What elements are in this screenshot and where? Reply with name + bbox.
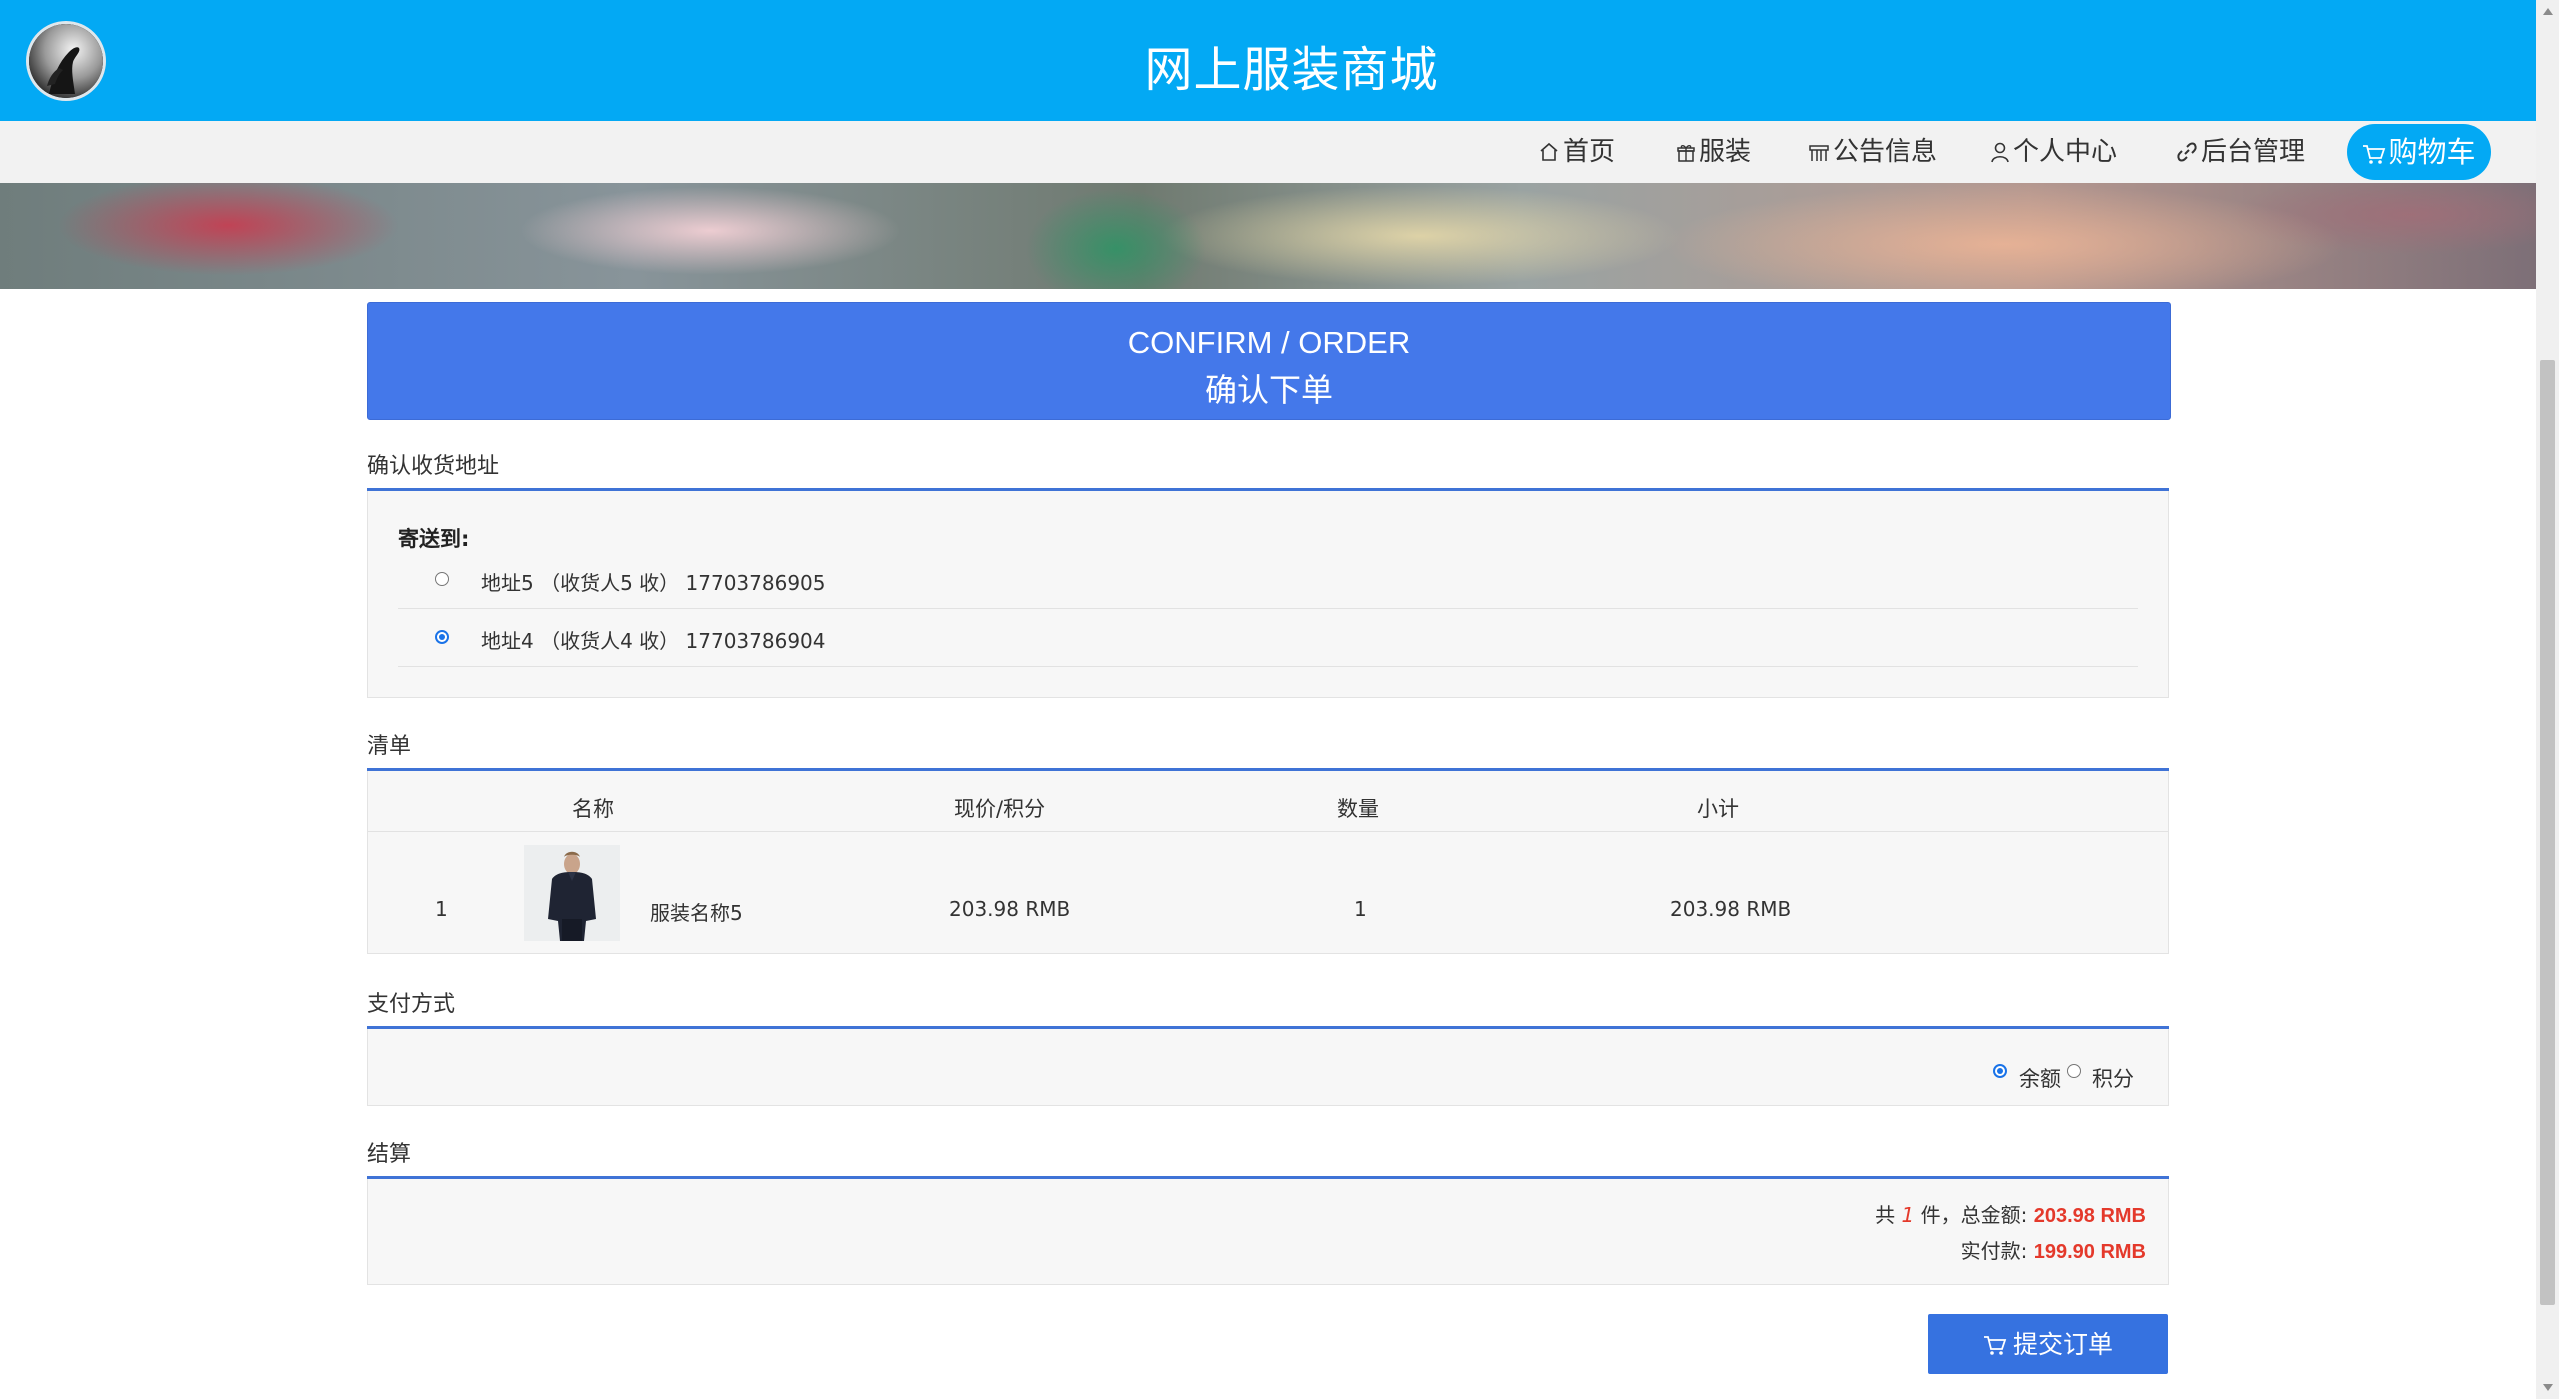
settlement-section-title: 结算: [367, 1142, 412, 1167]
nav-label: 后台管理: [2201, 137, 2306, 167]
user-icon: [1991, 142, 2009, 163]
address-text: 地址4 （收货人4 收） 17703786904: [481, 629, 826, 653]
address-text: 地址5 （收货人5 收） 17703786905: [481, 571, 826, 595]
cart-label: 购物车: [2388, 135, 2476, 169]
column-header-subtotal: 小计: [1697, 797, 1739, 821]
link-icon: [2177, 142, 2197, 162]
payment-option-balance[interactable]: 余额: [2019, 1063, 2061, 1093]
payment-radio-points[interactable]: [2067, 1064, 2081, 1078]
heading-chinese: 确认下单: [1204, 371, 1333, 409]
address-option-selected[interactable]: 地址4 （收货人4 收） 17703786904: [398, 608, 2138, 667]
nav-label: 个人中心: [2013, 137, 2118, 167]
home-icon: [1540, 142, 1558, 161]
order-table: 名称 现价/积分 数量 小计 1 服装名称5 203.98 RMB 1 203.…: [367, 771, 2169, 954]
nav-item-cart[interactable]: 购物车: [2347, 124, 2491, 180]
ship-to-label: 寄送到:: [398, 527, 470, 551]
site-header: 网上服装商城: [0, 0, 2536, 121]
product-price: 203.98 RMB: [949, 897, 1071, 921]
column-header-quantity: 数量: [1337, 797, 1379, 821]
payment-radio-balance[interactable]: [1993, 1064, 2007, 1078]
scroll-down-arrow-icon[interactable]: [2543, 1384, 2553, 1391]
submit-order-label: 提交订单: [2012, 1330, 2113, 1359]
product-image: [524, 845, 620, 941]
nav-item-clothing[interactable]: 服装: [1676, 135, 1751, 169]
total-amount: 203.98 RMB: [2033, 1205, 2146, 1227]
address-option[interactable]: 地址5 （收货人5 收） 17703786905: [398, 550, 2138, 609]
address-panel: 寄送到: 地址5 （收货人5 收） 17703786905 地址4 （收货人4 …: [367, 491, 2169, 698]
column-header-name: 名称: [572, 797, 614, 821]
count-suffix: 件，总金额:: [1920, 1203, 2028, 1227]
row-index: 1: [435, 897, 448, 921]
nav-item-profile[interactable]: 个人中心: [1990, 135, 2117, 169]
payment-panel: 余额 积分: [367, 1029, 2169, 1106]
product-quantity: 1: [1354, 897, 1367, 921]
site-title: 网上服装商城: [1144, 42, 1439, 98]
payment-section-title: 支付方式: [367, 992, 456, 1017]
column-header-price: 现价/积分: [954, 797, 1046, 821]
nav-label: 首页: [1563, 137, 1616, 167]
count-prefix: 共: [1875, 1203, 1896, 1227]
page-heading: CONFIRM / ORDER 确认下单: [367, 302, 2171, 420]
page-scrollbar[interactable]: [2536, 0, 2559, 1399]
product-thumbnail[interactable]: [524, 845, 620, 941]
cart-icon: [2363, 145, 2386, 164]
address-radio[interactable]: [435, 572, 449, 586]
nav-label: 公告信息: [1833, 137, 1938, 167]
gift-icon: [1677, 145, 1695, 162]
order-list-section-title: 清单: [367, 734, 412, 759]
nav-item-admin[interactable]: 后台管理: [2176, 135, 2305, 169]
actual-payment: 实付款: 199.90 RMB: [1961, 1235, 2146, 1264]
heading-english: CONFIRM / ORDER: [1127, 325, 1411, 360]
nav-item-announcements[interactable]: 公告信息: [1808, 135, 1937, 169]
payment-option-points[interactable]: 积分: [2092, 1063, 2134, 1093]
item-count: 1: [1901, 1203, 1915, 1227]
product-subtotal: 203.98 RMB: [1670, 897, 1792, 921]
table-header-divider: [368, 831, 2168, 832]
nav-item-home[interactable]: 首页: [1538, 135, 1615, 169]
address-section-title: 确认收货地址: [367, 454, 500, 479]
settlement-panel: 共 1 件，总金额: 203.98 RMB 实付款: 199.90 RMB: [367, 1179, 2169, 1285]
scroll-thumb[interactable]: [2540, 360, 2555, 1305]
actual-amount: 199.90 RMB: [2033, 1241, 2146, 1263]
main-nav: 首页 服装 公告信息 个人中心 后台管理: [0, 121, 2536, 183]
notice-icon: [1809, 145, 1829, 161]
product-name[interactable]: 服装名称5: [650, 897, 743, 926]
cart-icon: [1983, 1336, 2007, 1355]
actual-label: 实付款:: [1960, 1239, 2028, 1263]
banner-image: [0, 183, 2536, 289]
nav-label: 服装: [1699, 137, 1752, 167]
submit-order-button[interactable]: 提交订单: [1928, 1314, 2168, 1374]
address-radio-selected[interactable]: [435, 630, 449, 644]
scroll-up-arrow-icon[interactable]: [2543, 8, 2553, 15]
total-summary: 共 1 件，总金额: 203.98 RMB: [1875, 1199, 2146, 1228]
